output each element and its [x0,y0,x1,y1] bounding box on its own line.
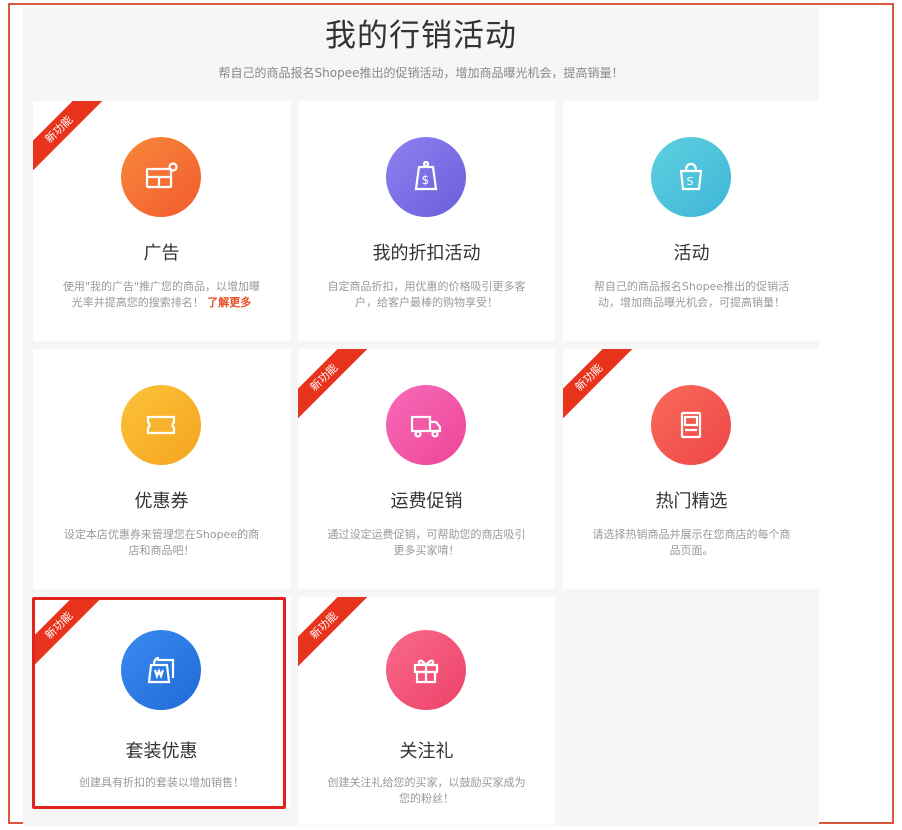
ad-icon [121,137,201,217]
card-title: 热门精选 [655,491,728,512]
ticket-icon [121,385,201,465]
card-top-picks[interactable]: 新功能 热门精选 请选择热销商品并展示在您商店的每个商品页面。 [563,349,820,589]
new-feature-badge: 新功能 [298,349,369,422]
card-description: 创建关注礼给您的买家，以鼓励买家成为您的粉丝！ [327,776,526,805]
card-description: 自定商品折扣，用优惠的价格吸引更多客户，给客户最棒的购物享受！ [327,280,526,309]
card-description: 请选择热销商品并展示在您商店的每个商品页面。 [592,528,791,557]
price-tag-icon: $ [386,137,466,217]
display-icon [651,385,731,465]
truck-icon [386,385,466,465]
svg-text:S: S [687,175,694,188]
card-title: 广告 [143,243,180,264]
new-feature-badge: 新功能 [298,597,369,670]
new-feature-badge: 新功能 [33,101,104,174]
card-description: 使用"我的广告"推广您的商品，以增加曝光率并提高您的搜索排名！ 了解更多 [59,279,264,311]
shopping-bag-icon: S [651,137,731,217]
highlight-box [32,597,286,809]
card-description: 通过设定运费促销，可帮助您的商店吸引更多买家唷！ [327,528,526,557]
card-title: 运费促销 [390,491,463,512]
empty-grid-cell [563,598,817,824]
new-feature-badge: 新功能 [563,349,634,422]
page-subtitle: 帮自己的商品报名Shopee推出的促销活动，增加商品曝光机会，提高销量！ [218,66,624,80]
card-follow-prize[interactable]: 新功能 关注礼 创建关注礼给您的买家，以鼓励买家成为您的粉丝！ [298,597,555,825]
card-campaigns[interactable]: S 活动 帮自己的商品报名Shopee推出的促销活动，增加商品曝光机会，可提高销… [563,101,820,341]
card-title: 活动 [673,243,710,264]
card-ads[interactable]: 新功能 广告 使用"我的广告"推广您的商品，以增加曝光率并提高您的搜索排名！ 了… [33,101,290,341]
card-shipping-promotion[interactable]: 新功能 运费促销 通过设定运费促销，可帮助您的商店吸引更多买家唷！ [298,349,555,589]
svg-text:$: $ [422,173,430,187]
page-header: 我的行销活动 帮自己的商品报名Shopee推出的促销活动，增加商品曝光机会，提高… [23,8,819,100]
card-title: 关注礼 [399,741,454,762]
page-title: 我的行销活动 [325,18,517,54]
card-my-discount[interactable]: $ 我的折扣活动 自定商品折扣，用优惠的价格吸引更多客户，给客户最棒的购物享受！ [298,101,555,341]
card-description: 帮自己的商品报名Shopee推出的促销活动，增加商品曝光机会，可提高销量！ [593,280,790,309]
card-vouchers[interactable]: 优惠券 设定本店优惠券来管理您在Shopee的商店和商品吧！ [33,349,290,589]
card-title: 我的折扣活动 [372,243,481,264]
card-title: 优惠券 [134,491,189,512]
learn-more-link[interactable]: 了解更多 [207,296,251,309]
card-description: 设定本店优惠券来管理您在Shopee的商店和商品吧！ [63,528,260,557]
gift-icon [386,630,466,710]
